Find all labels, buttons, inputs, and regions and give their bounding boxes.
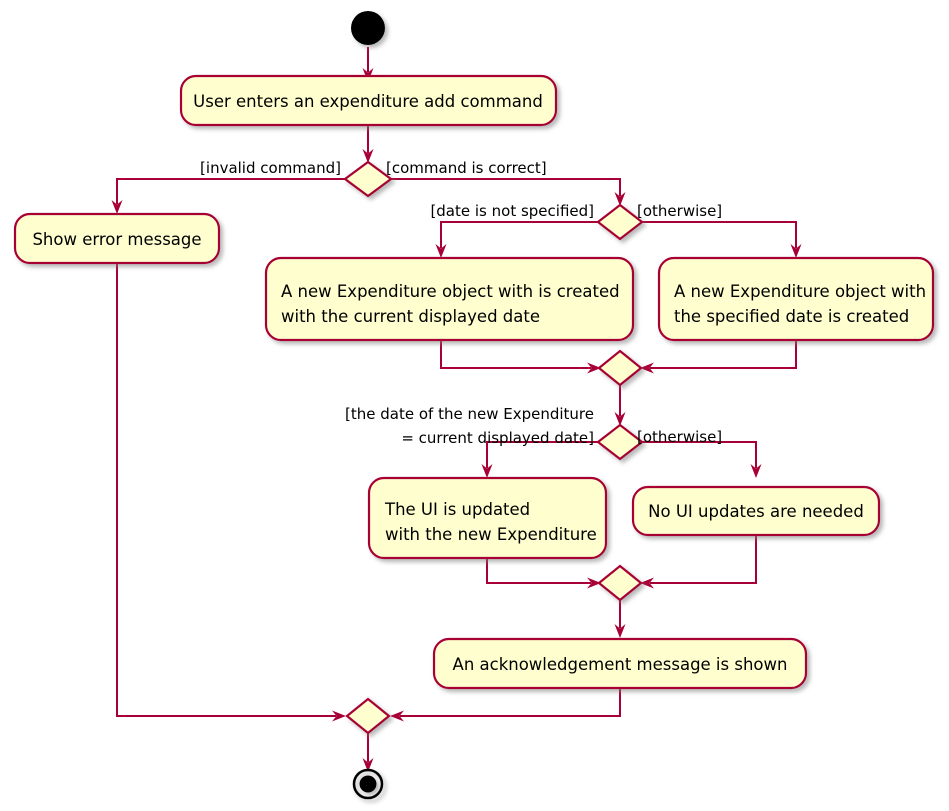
- action-label-line-1: A new Expenditure object with is created: [281, 282, 620, 301]
- guard-date-matches-line-1: [the date of the new Expenditure: [345, 405, 594, 423]
- edge-create-specified-to-merge1: [650, 340, 797, 369]
- action-label: Show error message: [32, 230, 201, 249]
- activity-diagram: User enters an expenditure add command […: [0, 0, 949, 811]
- action-label-line-2: the specified date is created: [674, 307, 909, 326]
- edge-decision2-no-date-branch: [440, 221, 598, 248]
- decision-diamond-icon: [596, 203, 644, 241]
- action-label: User enters an expenditure add command: [193, 92, 543, 111]
- merge-diamond-icon: [597, 564, 643, 602]
- action-no-ui-updates: No UI updates are needed: [631, 485, 881, 537]
- guard-command-is-correct: [command is correct]: [386, 159, 547, 177]
- start-node-circle-icon: [351, 11, 385, 45]
- guard-otherwise-date: [otherwise]: [637, 202, 722, 220]
- decision-date-specified: [596, 203, 644, 241]
- action-label: An acknowledgement message is shown: [453, 655, 788, 674]
- action-acknowledgement-message: An acknowledgement message is shown: [432, 637, 808, 690]
- action-show-error-message: Show error message: [13, 212, 221, 265]
- guard-date-is-not-specified: [date is not specified]: [430, 202, 594, 220]
- merge-diamond-icon: [345, 697, 391, 735]
- edge-decision1-correct-branch: [391, 178, 621, 196]
- action-create-with-specified-date: A new Expenditure object with the specif…: [657, 256, 935, 342]
- edge-acknowledgement-to-final-merge: [400, 688, 621, 717]
- decision-diamond-icon: [343, 160, 393, 198]
- guard-date-matches-line-2: = current displayed date]: [401, 429, 594, 447]
- guard-otherwise-ui: [otherwise]: [637, 428, 722, 446]
- merge-after-ui: [597, 564, 643, 602]
- decision-command-valid: [343, 160, 393, 198]
- action-ui-updated: The UI is updated with the new Expenditu…: [367, 476, 608, 560]
- end-node: [352, 768, 384, 800]
- edge-decision1-invalid-branch: [116, 178, 345, 204]
- action-label: No UI updates are needed: [648, 502, 864, 521]
- decision-date-matches-displayed: [596, 423, 644, 461]
- merge-diamond-icon: [597, 349, 643, 387]
- merge-after-create: [597, 349, 643, 387]
- guard-invalid-command: [invalid command]: [200, 159, 341, 177]
- merge-final: [345, 697, 391, 735]
- edge-no-ui-updates-to-merge2: [650, 535, 757, 584]
- edge-create-current-to-merge1: [440, 340, 591, 369]
- decision-diamond-icon: [596, 423, 644, 461]
- action-user-enters-command: User enters an expenditure add command: [179, 74, 558, 127]
- action-label-line-1: The UI is updated: [384, 500, 530, 519]
- action-label-line-2: with the new Expenditure: [385, 525, 597, 544]
- action-label-line-2: with the current displayed date: [281, 307, 540, 326]
- action-label-line-1: A new Expenditure object with: [674, 282, 926, 301]
- edge-decision2-otherwise-branch: [642, 221, 797, 248]
- start-node: [351, 11, 385, 45]
- end-node-dot-icon: [359, 775, 377, 793]
- edge-ui-updated-to-merge2: [486, 558, 591, 584]
- action-create-with-current-date: A new Expenditure object with is created…: [264, 256, 635, 342]
- diagram-canvas: User enters an expenditure add command […: [13, 11, 935, 800]
